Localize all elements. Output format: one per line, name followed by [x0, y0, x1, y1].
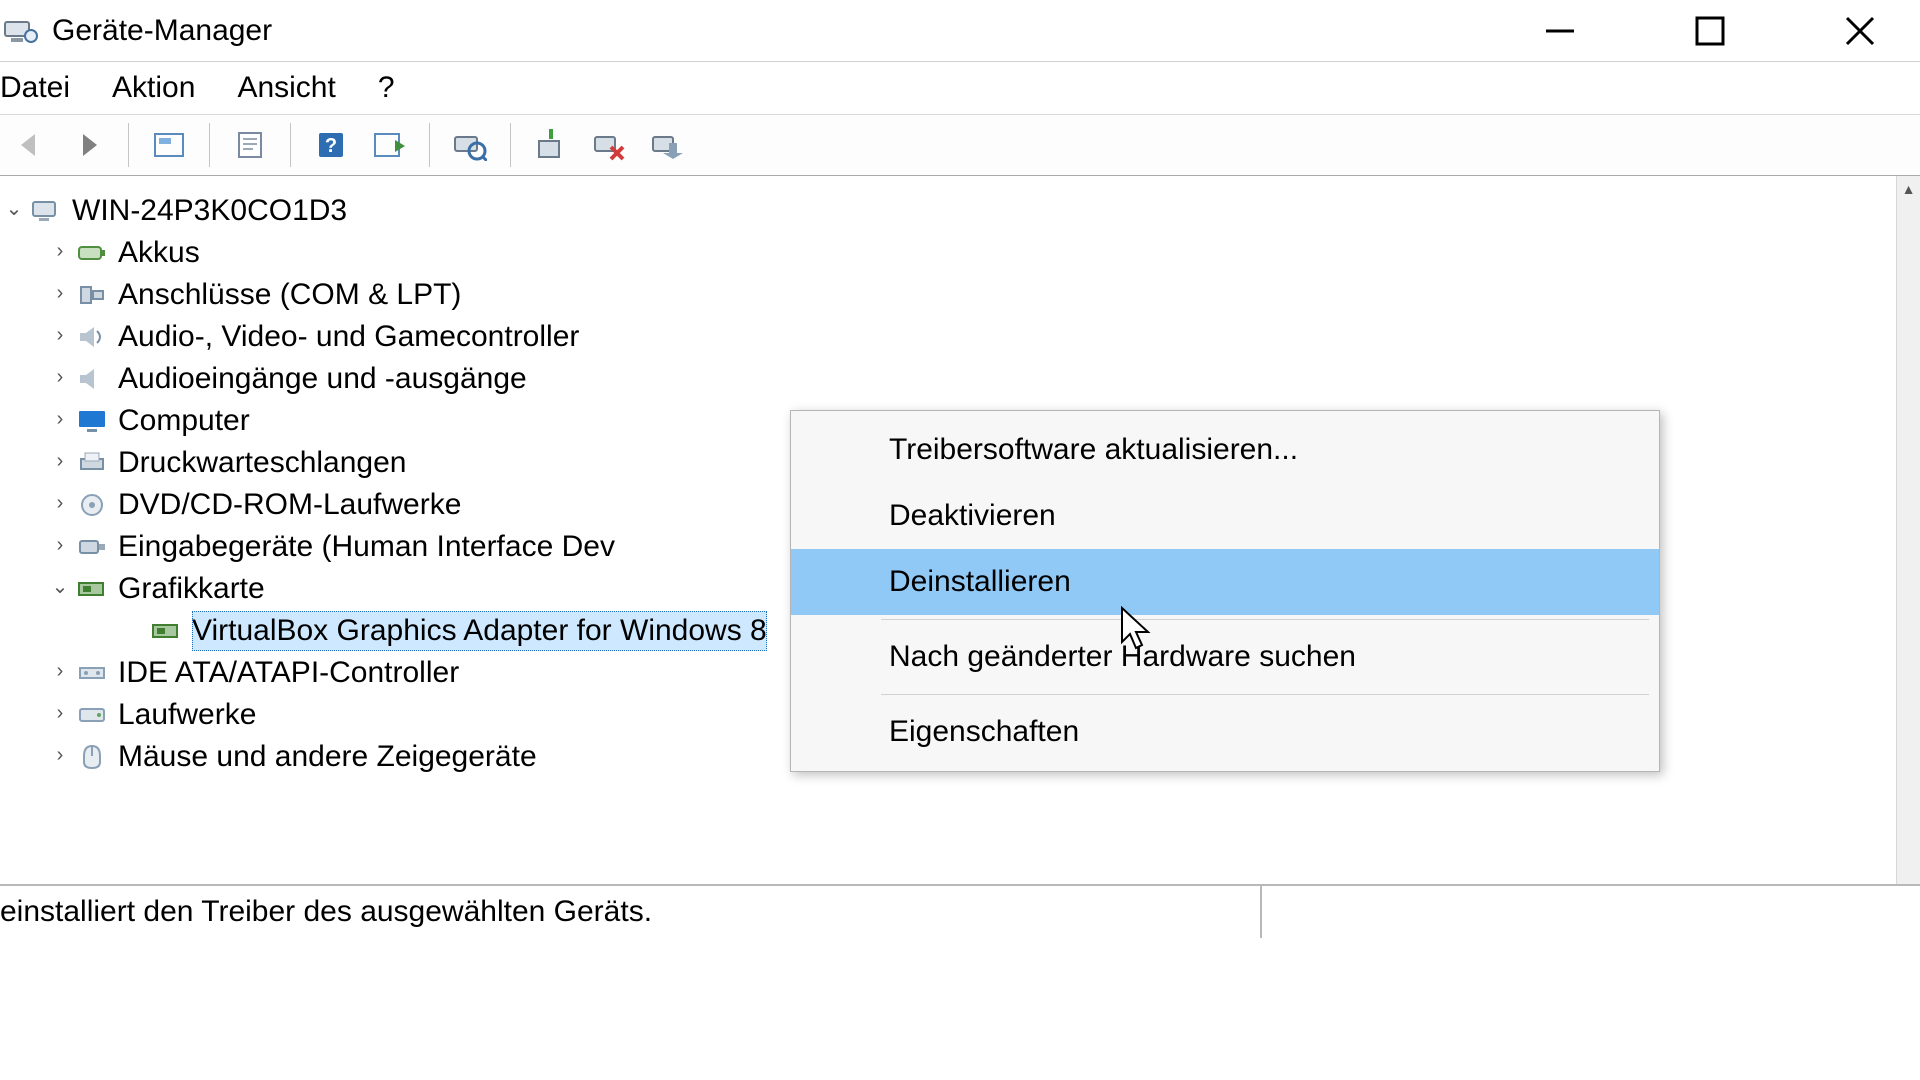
mouse-icon: [74, 742, 110, 772]
battery-icon: [74, 238, 110, 268]
computer-icon: [28, 196, 64, 226]
context-menu-properties[interactable]: Eigenschaften: [791, 699, 1659, 765]
chevron-right-icon[interactable]: ›: [46, 658, 74, 685]
context-menu-scan[interactable]: Nach geänderter Hardware suchen: [791, 624, 1659, 690]
tree-item-avg[interactable]: › Audio-, Video- und Gamecontroller: [0, 316, 1920, 358]
chevron-right-icon[interactable]: ›: [46, 322, 74, 349]
scan-hardware-button[interactable]: [448, 123, 492, 167]
chevron-down-icon[interactable]: ⌄: [0, 196, 28, 223]
controller-icon: [74, 658, 110, 688]
tree-item-label: DVD/CD-ROM-Laufwerke: [118, 485, 461, 526]
tree-item-label: IDE ATA/ATAPI-Controller: [118, 653, 459, 694]
menu-view[interactable]: Ansicht: [237, 71, 335, 105]
status-bar-cell: [1260, 886, 1920, 938]
chevron-right-icon[interactable]: ›: [46, 364, 74, 391]
properties-button[interactable]: [228, 123, 272, 167]
status-text: einstalliert den Treiber des ausgewählte…: [0, 895, 652, 929]
help-button[interactable]: ?: [309, 123, 353, 167]
menu-file[interactable]: Datei: [0, 71, 70, 105]
chevron-right-icon[interactable]: ›: [46, 448, 74, 475]
status-bar: einstalliert den Treiber des ausgewählte…: [0, 886, 1920, 938]
port-icon: [74, 280, 110, 310]
tree-item-label: Audioeingänge und -ausgänge: [118, 359, 527, 400]
chevron-right-icon[interactable]: ›: [46, 490, 74, 517]
chevron-right-icon[interactable]: ›: [46, 238, 74, 265]
tree-item-label: Laufwerke: [118, 695, 256, 736]
gpu-icon: [148, 616, 184, 646]
tree-item-audio-io[interactable]: › Audioeingänge und -ausgänge: [0, 358, 1920, 400]
app-icon: [0, 10, 42, 52]
context-menu-separator: [881, 694, 1649, 695]
close-button[interactable]: [1830, 1, 1890, 61]
hid-icon: [74, 532, 110, 562]
disc-icon: [74, 490, 110, 520]
tree-root[interactable]: ⌄ WIN-24P3K0CO1D3: [0, 190, 1920, 232]
toolbar-separator: [128, 123, 129, 167]
drive-icon: [74, 700, 110, 730]
tree-root-label: WIN-24P3K0CO1D3: [72, 191, 347, 232]
tree-item-label: Grafikkarte: [118, 569, 265, 610]
tree-device-label: VirtualBox Graphics Adapter for Windows …: [192, 611, 767, 652]
chevron-right-icon[interactable]: ›: [46, 742, 74, 769]
toolbar-separator: [209, 123, 210, 167]
tree-item-label: Mäuse und andere Zeigegeräte: [118, 737, 537, 778]
scroll-up-icon[interactable]: ▲: [1901, 180, 1916, 198]
context-menu: Treibersoftware aktualisieren... Deaktiv…: [790, 410, 1660, 772]
tree-item-label: Eingabegeräte (Human Interface Dev: [118, 527, 615, 568]
chevron-right-icon[interactable]: ›: [46, 700, 74, 727]
menu-bar: Datei Aktion Ansicht ?: [0, 62, 1920, 114]
tree-item-label: Druckwarteschlangen: [118, 443, 406, 484]
show-hidden-button[interactable]: [147, 123, 191, 167]
tree-item-label: Audio-, Video- und Gamecontroller: [118, 317, 579, 358]
chevron-down-icon[interactable]: ⌄: [46, 574, 74, 601]
toolbar-separator: [510, 123, 511, 167]
tree-item-ports[interactable]: › Anschlüsse (COM & LPT): [0, 274, 1920, 316]
action-button[interactable]: [367, 123, 411, 167]
toolbar-separator: [429, 123, 430, 167]
context-menu-update-driver[interactable]: Treibersoftware aktualisieren...: [791, 417, 1659, 483]
maximize-button[interactable]: [1680, 1, 1740, 61]
printer-icon: [74, 448, 110, 478]
monitor-icon: [74, 406, 110, 436]
update-driver-button[interactable]: [529, 123, 573, 167]
chevron-right-icon[interactable]: ›: [46, 532, 74, 559]
toolbar-separator: [290, 123, 291, 167]
toolbar: ?: [0, 114, 1920, 176]
tree-item-label: Computer: [118, 401, 250, 442]
title-bar: Geräte-Manager: [0, 0, 1920, 62]
vertical-scrollbar[interactable]: ▲: [1896, 176, 1920, 884]
context-menu-uninstall[interactable]: Deinstallieren: [791, 549, 1659, 615]
chevron-right-icon[interactable]: ›: [46, 280, 74, 307]
speaker-icon: [74, 322, 110, 352]
tree-item-akkus[interactable]: › Akkus: [0, 232, 1920, 274]
disable-device-button[interactable]: [645, 123, 689, 167]
device-tree-pane: ▲ ⌄ WIN-24P3K0CO1D3 › Akkus › Anschlüsse…: [0, 176, 1920, 886]
uninstall-device-button[interactable]: [587, 123, 631, 167]
window-title: Geräte-Manager: [52, 14, 272, 48]
menu-action[interactable]: Aktion: [112, 71, 195, 105]
svg-text:?: ?: [325, 135, 337, 157]
forward-button[interactable]: [66, 123, 110, 167]
tree-item-label: Akkus: [118, 233, 200, 274]
chevron-right-icon[interactable]: ›: [46, 406, 74, 433]
back-button[interactable]: [8, 123, 52, 167]
menu-help[interactable]: ?: [378, 71, 395, 105]
context-menu-separator: [881, 619, 1649, 620]
gpu-icon: [74, 574, 110, 604]
tree-item-label: Anschlüsse (COM & LPT): [118, 275, 461, 316]
context-menu-disable[interactable]: Deaktivieren: [791, 483, 1659, 549]
minimize-button[interactable]: [1530, 1, 1590, 61]
speaker-icon: [74, 364, 110, 394]
